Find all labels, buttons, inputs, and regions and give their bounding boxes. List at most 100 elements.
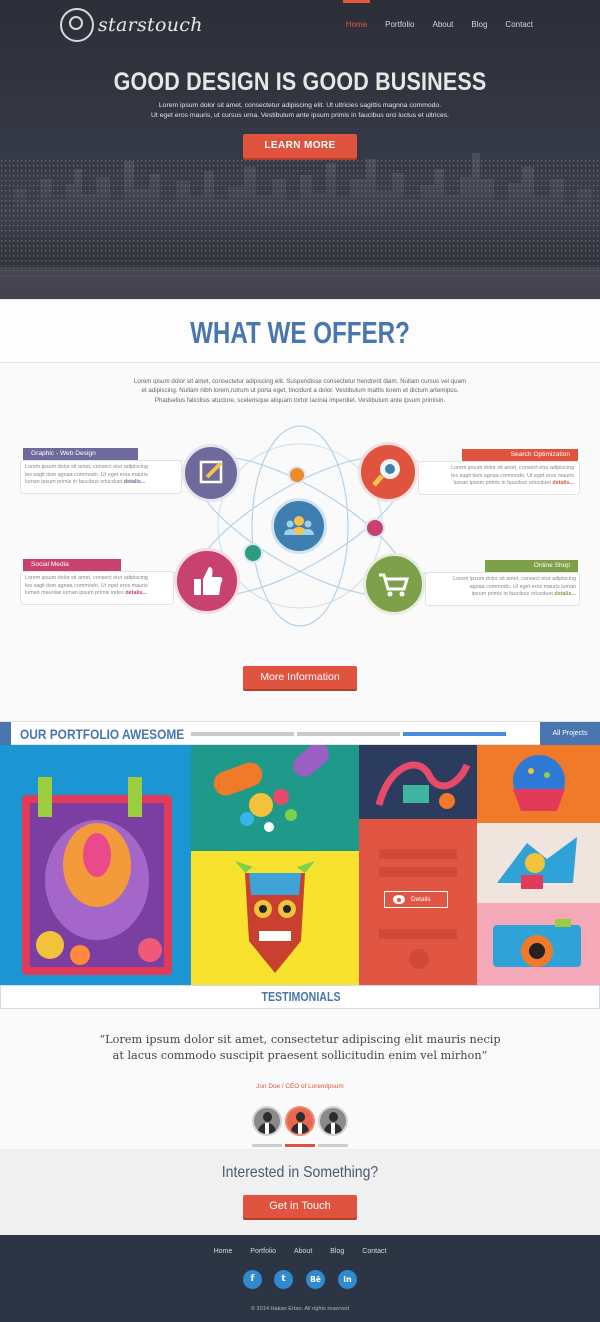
magnifier-icon bbox=[358, 442, 418, 502]
eye-icon bbox=[393, 895, 405, 904]
avatar-indicator bbox=[252, 1144, 282, 1147]
avatar-indicator-active bbox=[285, 1144, 315, 1147]
facebook-icon[interactable]: f bbox=[243, 1270, 262, 1289]
testimonial-quote: “Lorem ipsum dolor sit amet, consectetur… bbox=[60, 1032, 540, 1064]
feature-desc-text: ipsum primis in faucibus orlucduet bbox=[471, 591, 553, 598]
nav-item-home[interactable]: Home bbox=[337, 0, 376, 32]
portfolio-accent-bar bbox=[0, 722, 11, 745]
nav-item-about[interactable]: About bbox=[424, 0, 463, 32]
testimonials-title: TESTIMONIALS bbox=[261, 990, 341, 1004]
feature-desc-line: les sagit tism agnaa commodo. Ut eget er… bbox=[25, 471, 148, 478]
portfolio-slider-tab[interactable] bbox=[191, 732, 294, 736]
offer-title: WHAT WE OFFER? bbox=[190, 315, 410, 350]
feature-desc-social-media: Lorem ipsum dolor sit amet, consect etur… bbox=[25, 575, 173, 598]
portfolio-image bbox=[497, 837, 577, 889]
portfolio-image bbox=[513, 755, 565, 811]
avatar-active[interactable] bbox=[285, 1106, 315, 1136]
brand-logo[interactable]: starstouch bbox=[60, 8, 203, 42]
feature-label-seo: Search Optimization bbox=[462, 449, 578, 461]
avatar[interactable] bbox=[252, 1106, 282, 1136]
feature-desc-line: luman mauriise iuman ipsum primis index … bbox=[25, 590, 173, 598]
portfolio-image bbox=[235, 861, 315, 973]
details-link[interactable]: detalis... bbox=[554, 591, 576, 597]
portfolio-image bbox=[375, 761, 471, 809]
feature-desc-line: agnaa commodo. Ut eget eros mauris luman bbox=[469, 583, 576, 590]
city-skyline-image bbox=[0, 153, 600, 299]
details-label: Details bbox=[411, 896, 431, 903]
footer-nav-portfolio[interactable]: Portfolio bbox=[241, 1248, 285, 1255]
feature-desc-text: luman ipsum primis in faucibus orlucduet bbox=[25, 479, 123, 486]
portfolio-slider-tab[interactable] bbox=[297, 732, 400, 736]
portfolio-slider-tab-active[interactable] bbox=[403, 732, 506, 736]
more-information-button[interactable]: More Information bbox=[243, 666, 357, 689]
cart-icon bbox=[363, 553, 425, 615]
portfolio-image bbox=[493, 919, 581, 967]
feature-label-social-media: Social Media bbox=[23, 559, 121, 571]
portfolio-tile-creature[interactable] bbox=[477, 823, 600, 903]
footer-nav: Home Portfolio About Blog Contact bbox=[0, 1248, 600, 1255]
portfolio-header: OUR PORTFOLIO AWESOME All Projects bbox=[0, 721, 600, 745]
portfolio-tile-turkey[interactable] bbox=[0, 745, 191, 985]
ticket-icon bbox=[243, 543, 263, 563]
thumbs-up-icon bbox=[174, 548, 240, 614]
feature-desc-line: Lorem ipsum dolor sit amet, consect etur… bbox=[453, 576, 576, 582]
feature-desc-line: Lorem ipsum dolor sit amet, consect etur… bbox=[25, 464, 148, 470]
phone-icon bbox=[288, 466, 306, 484]
feature-desc-line: les sagit tism agnaa commodo. Ut eget er… bbox=[25, 582, 148, 589]
hero-subtitle: Lorem ipsum dolor sit amet, consectetur … bbox=[0, 101, 600, 121]
avatar[interactable] bbox=[318, 1106, 348, 1136]
offer-header: WHAT WE OFFER? bbox=[0, 299, 600, 363]
nav-item-contact[interactable]: Contact bbox=[496, 0, 542, 32]
feature-desc-text: luman mauriise iuman ipsum primis index bbox=[25, 590, 124, 597]
nav-item-blog[interactable]: Blog bbox=[462, 0, 496, 32]
get-in-touch-button[interactable]: Get in Touch bbox=[243, 1195, 357, 1218]
megaphone-icon bbox=[365, 518, 385, 538]
portfolio-tile-octopus[interactable] bbox=[359, 745, 477, 819]
testimonials-header: TESTIMONIALS bbox=[0, 985, 600, 1009]
all-projects-button[interactable]: All Projects bbox=[540, 722, 600, 745]
footer-nav-home[interactable]: Home bbox=[205, 1248, 242, 1255]
footer-nav-blog[interactable]: Blog bbox=[321, 1248, 353, 1255]
behance-icon[interactable]: Bē bbox=[306, 1270, 325, 1289]
feature-label-online-shop: Online Shop bbox=[485, 560, 578, 572]
details-link[interactable]: detalis... bbox=[124, 479, 146, 485]
feature-desc-text: luman ipsum primis in faucibus orlucduet bbox=[453, 480, 551, 487]
magnifier-glyph bbox=[372, 459, 400, 487]
twitter-icon[interactable]: t bbox=[274, 1270, 293, 1289]
footer-nav-about[interactable]: About bbox=[285, 1248, 321, 1255]
feature-desc-seo: Lorem ipsum dolor sit amet, consect etur… bbox=[426, 465, 574, 488]
portfolio-image bbox=[22, 777, 172, 975]
thumbs-up-glyph bbox=[194, 567, 223, 595]
avatar-indicator bbox=[318, 1144, 348, 1147]
details-button[interactable]: Details bbox=[384, 891, 448, 908]
footer-nav-contact[interactable]: Contact bbox=[353, 1248, 395, 1255]
copyright: © 2014 Hakan Ertan. All rights reserved bbox=[250, 1306, 350, 1312]
hero-subtitle-line: Lorem ipsum dolor sit amet, consectetur … bbox=[158, 102, 442, 109]
hero-title: GOOD DESIGN IS GOOD BUSINESS bbox=[113, 68, 487, 96]
hero-section: starstouch Home Portfolio About Blog Con… bbox=[0, 0, 600, 299]
nav-item-portfolio[interactable]: Portfolio bbox=[376, 0, 423, 32]
portfolio-tile-ball[interactable] bbox=[477, 745, 600, 823]
quote-line: “Lorem ipsum dolor sit amet, consectetur… bbox=[99, 1033, 501, 1046]
portfolio-tile-mask[interactable] bbox=[191, 851, 359, 985]
details-link[interactable]: detalis... bbox=[552, 480, 574, 486]
team-glyph bbox=[284, 516, 314, 535]
linkedin-icon[interactable]: in bbox=[338, 1270, 357, 1289]
feature-desc-line: les sagit tism agnaa commodo. Ut eget er… bbox=[451, 472, 574, 479]
team-icon bbox=[271, 498, 327, 554]
feature-desc-online-shop: Lorem ipsum dolor sit amet, consect etur… bbox=[428, 576, 576, 599]
feature-desc-graphic-web: Lorem ipsum dolor sit amet, consect etur… bbox=[25, 464, 173, 487]
main-nav: Home Portfolio About Blog Contact bbox=[337, 0, 542, 32]
details-link[interactable]: detalis... bbox=[125, 590, 147, 596]
learn-more-button[interactable]: LEARN MORE bbox=[243, 134, 357, 158]
hero-subtitle-line: Ut eget eros mauris, ut cursus urna. Ves… bbox=[150, 112, 450, 119]
feature-desc-line: ipsum primis in faucibus orlucduet detal… bbox=[428, 591, 576, 599]
quote-line: at lacus commodo suscipit praesent solli… bbox=[112, 1049, 488, 1062]
pencil-glyph bbox=[199, 460, 223, 484]
feature-label-graphic-web: Graphic - Web Design bbox=[23, 448, 138, 460]
cta-section bbox=[0, 1149, 600, 1235]
testimonial-author: Jon Doe / CEO of LoremIpsum bbox=[256, 1083, 344, 1090]
cta-title: Interested in Something? bbox=[221, 1164, 379, 1181]
portfolio-tile-pills[interactable] bbox=[191, 745, 359, 851]
portfolio-tile-camera[interactable] bbox=[477, 903, 600, 985]
